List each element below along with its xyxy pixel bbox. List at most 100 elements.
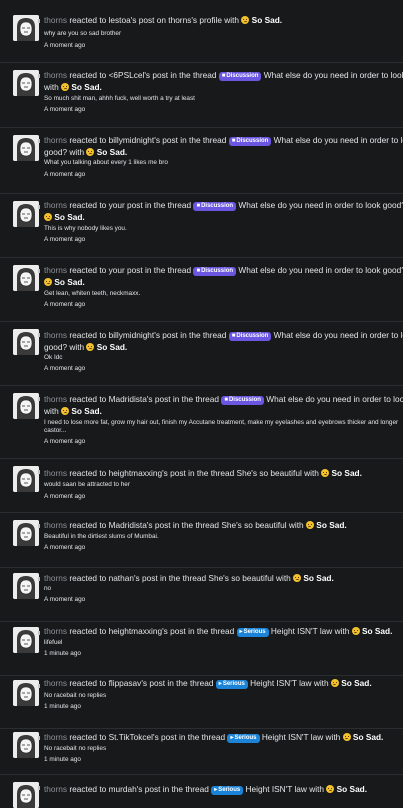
username-link[interactable]: thorns <box>44 520 67 530</box>
avatar[interactable] <box>13 466 39 492</box>
thread-title-link[interactable]: What else do you need in order to lo <box>274 330 403 340</box>
serious-badge: ▸Serious <box>227 734 260 743</box>
alert-item[interactable]: thorns reacted to lestoa's post on thorn… <box>0 0 403 63</box>
post-snippet: why are you so sad brother <box>44 30 122 37</box>
alert-action-text[interactable]: reacted to heightmaxxing's post in the t… <box>69 626 234 636</box>
alert-item[interactable]: thorns reacted to Madridista's post in t… <box>0 386 403 459</box>
online-indicator <box>38 470 40 474</box>
post-snippet: No racebait no replies <box>44 692 107 699</box>
username-link[interactable]: thorns <box>44 732 67 742</box>
thread-title-link[interactable]: What else do you need in order to look <box>264 70 403 80</box>
alert-action-text[interactable]: reacted to <6PSLcel's post in the thread <box>69 70 216 80</box>
username-link[interactable]: thorns <box>44 468 67 478</box>
avatar[interactable] <box>13 732 39 758</box>
megaphone-icon: ▸ <box>214 787 218 793</box>
username-link[interactable]: thorns <box>44 15 67 25</box>
alert-action-text[interactable]: reacted to billymidnight's post in the t… <box>69 135 226 145</box>
alert-item[interactable]: thorns reacted to <6PSLcel's post in the… <box>0 63 403 128</box>
reaction-label: So Sad. <box>54 277 85 287</box>
alert-action-text[interactable]: reacted to St.TikTokcel's post in the th… <box>69 732 225 742</box>
reaction-label: So Sad. <box>96 342 128 352</box>
post-snippet: Ok Idc <box>44 354 63 361</box>
alert-timestamp: A moment ago <box>44 171 86 178</box>
alert-action-text[interactable]: reacted to billymidnight's post in the t… <box>69 330 226 340</box>
sad-emoji-icon <box>44 278 52 286</box>
post-snippet: This is why nobody likes you. <box>44 225 127 232</box>
avatar[interactable] <box>13 627 39 653</box>
alert-item[interactable]: thorns reacted to Madridista's post in t… <box>0 513 403 568</box>
username-link[interactable]: thorns <box>44 678 67 688</box>
avatar[interactable] <box>13 520 39 546</box>
alert-action-text[interactable]: reacted to Madridista's post in the thre… <box>69 520 219 530</box>
alert-item[interactable]: thorns reacted to billymidnight's post i… <box>0 322 403 386</box>
avatar[interactable] <box>13 393 39 419</box>
alert-timestamp: 1 minute ago <box>44 650 81 657</box>
alert-action-text[interactable]: reacted to murdah's post in the thread <box>69 784 209 794</box>
alert-item[interactable]: thorns reacted to flippasav's post in th… <box>0 676 403 729</box>
avatar[interactable] <box>13 680 39 706</box>
alert-action-text[interactable]: reacted to nathan's post in the thread <box>69 573 206 583</box>
alert-text: thorns reacted to <6PSLcel's post in the… <box>44 69 403 81</box>
thread-title-link[interactable]: She's so beautiful <box>221 520 286 530</box>
alert-text: thorns reacted to heightmaxxing's post i… <box>44 626 393 637</box>
username-link[interactable]: thorns <box>44 784 67 794</box>
online-indicator <box>38 205 40 209</box>
avatar[interactable] <box>13 15 39 41</box>
alert-text: thorns reacted to Madridista's post in t… <box>44 520 347 530</box>
online-indicator <box>38 684 40 688</box>
alert-text-continued: So Sad. <box>44 276 85 288</box>
username-link[interactable]: thorns <box>44 265 67 275</box>
avatar[interactable] <box>13 135 39 161</box>
alert-item[interactable]: thorns reacted to heightmaxxing's post i… <box>0 622 403 676</box>
thread-title-link[interactable]: She's so beautiful <box>208 573 273 583</box>
avatar[interactable] <box>13 70 39 96</box>
alert-action-text[interactable]: reacted to your post in the thread <box>69 265 191 275</box>
username-link[interactable]: thorns <box>44 330 67 340</box>
reaction-label: So Sad. <box>54 212 85 222</box>
thread-title-link[interactable]: Height ISN'T law <box>250 678 311 688</box>
thread-title-link[interactable]: What else do you need in order to look g… <box>238 265 403 275</box>
sad-emoji-icon <box>241 16 250 24</box>
alert-action-text[interactable]: reacted to flippasav's post in the threa… <box>69 678 213 688</box>
thread-title-link[interactable]: Height ISN'T law <box>262 732 323 742</box>
alert-action-text[interactable]: reacted to heightmaxxing's post in the t… <box>69 468 234 478</box>
chat-bubble-icon: ■ <box>196 268 201 274</box>
thread-title-link[interactable]: What else do you need in order to look g… <box>238 200 403 210</box>
thread-title-link[interactable]: She's so beautiful <box>237 468 302 478</box>
alert-item[interactable]: thorns reacted to your post in the threa… <box>0 258 403 322</box>
serious-badge: ▸Serious <box>236 628 269 637</box>
alert-text-continued: good? with So Sad. <box>44 147 128 157</box>
username-link[interactable]: thorns <box>44 70 67 80</box>
thread-title-link[interactable]: Height ISN'T law <box>271 626 332 636</box>
alert-action-text[interactable]: reacted to Madridista's post in the thre… <box>69 394 219 404</box>
alert-text: thorns reacted to St.TikTokcel's post in… <box>44 732 384 743</box>
alert-timestamp: A moment ago <box>44 301 86 308</box>
thread-title-link[interactable]: Height ISN'T law <box>246 784 307 794</box>
discussion-badge: ■Discussion <box>221 396 264 405</box>
thread-title-link[interactable]: What else do you need in order to look <box>266 394 403 404</box>
alert-item[interactable]: thorns reacted to nathan's post in the t… <box>0 568 403 622</box>
avatar[interactable] <box>13 201 39 227</box>
avatar[interactable] <box>13 573 39 599</box>
avatar[interactable] <box>13 782 39 808</box>
sad-emoji-icon <box>342 733 351 741</box>
username-link[interactable]: thorns <box>44 626 67 636</box>
username-link[interactable]: thorns <box>44 200 67 210</box>
username-link[interactable]: thorns <box>44 394 67 404</box>
alert-item[interactable]: thorns reacted to heightmaxxing's post i… <box>0 459 403 513</box>
alert-item[interactable]: thorns reacted to St.TikTokcel's post in… <box>0 729 403 775</box>
reaction-label: So Sad. <box>331 468 362 478</box>
chat-bubble-icon: ■ <box>221 73 226 79</box>
alert-item[interactable]: thorns reacted to murdah's post in the t… <box>0 775 403 808</box>
avatar[interactable] <box>13 265 39 291</box>
thread-title-link[interactable]: What else do you need in order to lo <box>274 135 403 145</box>
alert-item[interactable]: thorns reacted to your post in the threa… <box>0 194 403 258</box>
alert-item[interactable]: thorns reacted to billymidnight's post i… <box>0 128 403 194</box>
alert-text: thorns reacted to billymidnight's post i… <box>44 134 403 146</box>
alert-action-text[interactable]: reacted to lestoa's post on thorns's pro… <box>69 15 239 25</box>
username-link[interactable]: thorns <box>44 573 67 583</box>
avatar[interactable] <box>13 329 39 355</box>
reaction-label: So Sad. <box>251 15 283 25</box>
alert-action-text[interactable]: reacted to your post in the thread <box>69 200 191 210</box>
username-link[interactable]: thorns <box>44 135 67 145</box>
